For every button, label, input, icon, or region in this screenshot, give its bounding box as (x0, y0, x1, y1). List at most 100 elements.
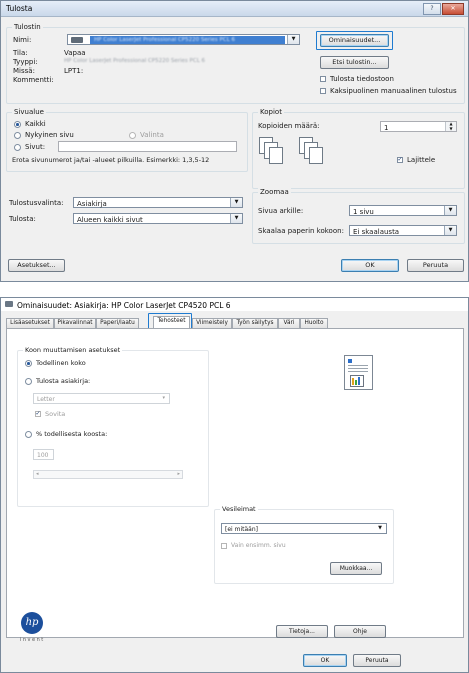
zoom-group: Zoomaa (252, 188, 465, 244)
tab-services[interactable]: Huolto (300, 318, 328, 328)
edit-watermark-button[interactable]: Muokkaa... (330, 562, 382, 575)
chevron-down-icon[interactable]: ▼ (230, 198, 242, 207)
manual-duplex-checkbox[interactable] (320, 88, 326, 94)
percent-label: % todellisesta koosta: (36, 430, 108, 438)
range-all-label: Kaikki (25, 120, 46, 128)
percent-value: 100 (37, 451, 49, 459)
paper-size-value: Letter (37, 395, 55, 403)
chevron-down-icon[interactable]: ▼ (230, 214, 242, 223)
print-document-on-label: Tulosta asiakirja: (36, 377, 91, 385)
actual-size-label: Todellinen koko (36, 359, 86, 367)
first-page-only-label: Vain ensimm. sivu (231, 542, 286, 549)
watermark-value: [ei mitään] (225, 525, 258, 533)
print-cancel-button[interactable]: Peruuta (407, 259, 464, 272)
actual-size-radio[interactable] (25, 360, 32, 367)
hp-logo-text: invent (20, 637, 45, 643)
scroll-left-icon[interactable]: ◂ (36, 471, 39, 477)
tab-paper-quality[interactable]: Paperi/laatu (96, 318, 139, 328)
range-selection-radio[interactable] (129, 132, 136, 139)
print-select[interactable]: Alueen kaikki sivut ▼ (73, 213, 243, 224)
chevron-down-icon[interactable]: ▼ (444, 206, 456, 215)
props-cancel-button[interactable]: Peruuta (353, 654, 401, 667)
watermark-select[interactable]: [ei mitään] ▼ (221, 523, 387, 534)
scale-select[interactable]: Ei skaalausta ▼ (349, 225, 457, 236)
help-button[interactable]: Ohje (334, 625, 386, 638)
printer-type-label: Tyyppi: (13, 58, 38, 66)
chevron-down-icon[interactable]: ▼ (378, 525, 382, 531)
printer-icon (71, 37, 83, 43)
page-preview (344, 355, 373, 390)
close-window-button[interactable]: ✕ (442, 3, 464, 15)
printer-name-value: HP Color LaserJet Professional CP5220 Se… (94, 36, 235, 43)
properties-dialog: Ominaisuudet: Asiakirja: HP Color LaserJ… (0, 297, 469, 673)
printer-where-value: LPT1: (64, 67, 84, 75)
range-current-radio[interactable] (14, 132, 21, 139)
print-dialog: Tulosta ? ✕ Tulostin Nimi: HP Color Lase… (0, 0, 469, 282)
first-page-only-checkbox[interactable] (221, 543, 227, 549)
collate-checkbox[interactable] (397, 156, 403, 163)
printer-comment-label: Kommentti: (13, 76, 54, 84)
props-ok-button[interactable]: OK (303, 654, 347, 667)
help-window-button[interactable]: ? (423, 3, 441, 15)
pages-per-sheet-select[interactable]: 1 sivu ▼ (349, 205, 457, 216)
scroll-right-icon[interactable]: ▸ (177, 471, 180, 477)
spin-icon[interactable]: ▲ ▼ (445, 121, 456, 131)
scale-label: Skaalaa paperin kokoon: (258, 227, 344, 235)
printer-status-value: Vapaa (64, 49, 86, 57)
range-selection-label: Valinta (140, 131, 164, 139)
collate-label: Lajittele (407, 156, 436, 164)
printer-name-select[interactable]: HP Color LaserJet Professional CP5220 Se… (67, 34, 300, 45)
copies-count-input[interactable]: 1 ▲ ▼ (380, 121, 457, 132)
tab-finishing[interactable]: Viimeistely (192, 318, 232, 328)
print-value: Alueen kaikki sivut (77, 215, 143, 224)
pages-per-sheet-value: 1 sivu (353, 207, 374, 216)
fit-label: Sovita (45, 410, 66, 418)
resize-group: Koon muuttamisen asetukset (17, 346, 209, 507)
range-pages-radio[interactable] (14, 144, 21, 151)
options-button[interactable]: Asetukset... (8, 259, 65, 272)
range-hint: Erota sivunumerot ja/tai -alueet pilkuil… (12, 156, 210, 164)
properties-titlebar: Ominaisuudet: Asiakirja: HP Color LaserJ… (1, 298, 468, 311)
range-current-label: Nykyinen sivu (25, 131, 74, 139)
manual-duplex-label: Kaksipuolinen manuaalinen tulostus (330, 87, 457, 95)
about-button[interactable]: Tietoja... (276, 625, 328, 638)
printer-name-label: Nimi: (13, 36, 32, 44)
percent-radio[interactable] (25, 431, 32, 438)
paper-size-select[interactable]: Letter ▾ (33, 393, 170, 404)
hp-logo: hp (21, 612, 43, 634)
tab-job-storage[interactable]: Työn säilytys (232, 318, 278, 328)
pages-input[interactable] (58, 141, 237, 152)
print-dialog-titlebar: Tulosta ? ✕ (1, 1, 468, 17)
collate-icon-sheets-1 (259, 137, 285, 171)
print-ok-button[interactable]: OK (341, 259, 399, 272)
collate-icon-sheets-2 (299, 137, 325, 171)
copies-title: Kopiot (258, 108, 284, 116)
print-dialog-title: Tulosta (6, 4, 33, 13)
find-printer-button[interactable]: Etsi tulostin... (320, 56, 389, 69)
tab-color[interactable]: Väri (278, 318, 300, 328)
print-what-label: Tulostusvalinta: (9, 199, 64, 207)
print-document-on-radio[interactable] (25, 378, 32, 385)
chevron-down-icon: ▾ (162, 395, 165, 401)
properties-title: Ominaisuudet: Asiakirja: HP Color LaserJ… (17, 300, 231, 310)
tab-strip: Lisäasetukset Pikavalinnat Paperi/laatu … (6, 316, 465, 328)
copies-count-label: Kopioiden määrä: (258, 122, 320, 130)
tab-advanced[interactable]: Lisäasetukset (6, 318, 54, 328)
print-what-value: Asiakirja (77, 199, 107, 208)
printer-status-label: Tila: (13, 49, 28, 57)
percent-input[interactable]: 100 (33, 449, 54, 460)
print-label: Tulosta: (9, 215, 36, 223)
pages-per-sheet-label: Sivua arkille: (258, 207, 304, 215)
tab-shortcuts[interactable]: Pikavalinnat (54, 318, 96, 328)
copies-count-value: 1 (384, 123, 389, 132)
printer-small-icon (5, 301, 13, 307)
print-what-select[interactable]: Asiakirja ▼ (73, 197, 243, 208)
fit-checkbox[interactable] (35, 410, 41, 417)
chevron-down-icon[interactable]: ▼ (444, 226, 456, 235)
properties-button[interactable]: Ominaisuudet... (320, 34, 389, 47)
range-pages-label: Sivut: (25, 143, 46, 151)
print-to-file-checkbox[interactable] (320, 76, 326, 82)
range-all-radio[interactable] (14, 121, 21, 128)
percent-scrollbar[interactable]: ◂ ▸ (33, 470, 183, 479)
chevron-down-icon[interactable]: ▼ (287, 35, 299, 44)
